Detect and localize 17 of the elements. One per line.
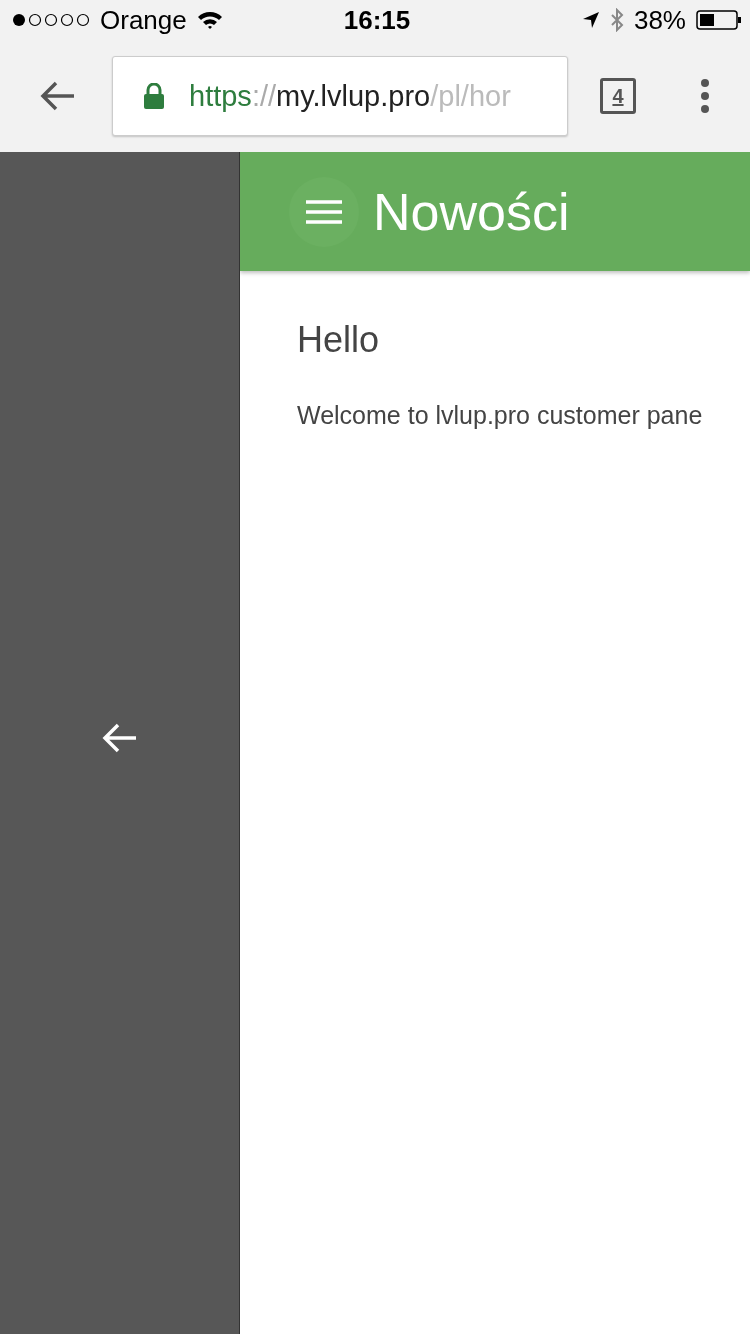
signal-icon [12, 13, 90, 27]
battery-icon [696, 10, 742, 30]
location-arrow-icon [581, 11, 600, 29]
lock-icon [143, 83, 165, 109]
welcome-text: Welcome to lvlup.pro customer pane [297, 401, 704, 430]
greeting-heading: Hello [297, 319, 381, 361]
clock-time: 16:15 [343, 4, 411, 36]
carrier-name: Orange [100, 4, 187, 36]
menu-icon [306, 199, 342, 224]
back-arrow-icon[interactable] [40, 80, 76, 112]
tab-count-button[interactable]: 4 [600, 78, 636, 114]
wifi-icon [196, 10, 223, 30]
battery-percentage: 38% [633, 4, 686, 36]
bluetooth-icon [609, 8, 624, 32]
url-field[interactable]: https://my.lvlup.pro/pl/hor [112, 56, 568, 136]
more-menu-icon[interactable] [700, 79, 710, 113]
page-title: Nowości [373, 181, 570, 242]
